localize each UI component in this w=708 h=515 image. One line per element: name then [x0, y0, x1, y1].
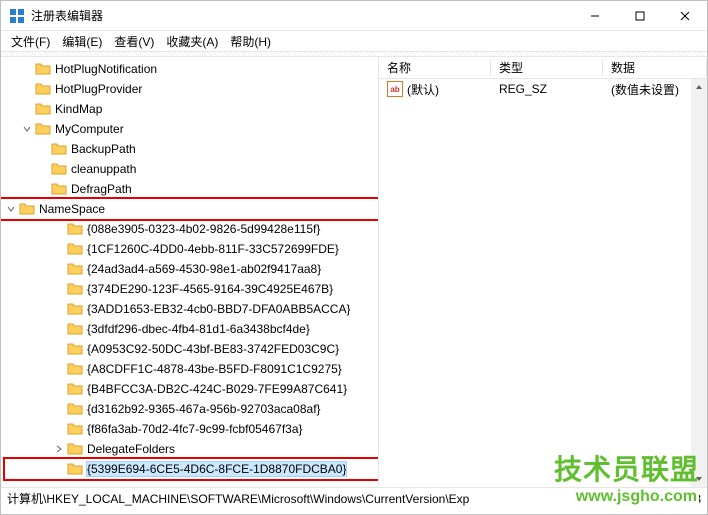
- tree-item-label: cleanuppath: [71, 162, 136, 176]
- chevron-right-icon[interactable]: [53, 443, 65, 455]
- registry-tree: HotPlugNotification HotPlugProvider Kind…: [1, 57, 378, 481]
- tree-item-namespace[interactable]: NameSpace: [1, 199, 378, 219]
- chevron-down-icon[interactable]: [21, 123, 33, 135]
- tree-item-label: {374DE290-123F-4565-9164-39C4925E467B}: [87, 282, 333, 296]
- scroll-down-icon[interactable]: [695, 471, 703, 487]
- folder-icon: [51, 181, 67, 197]
- vertical-scrollbar[interactable]: [691, 79, 707, 487]
- menu-favorites[interactable]: 收藏夹(A): [160, 33, 224, 50]
- tree-item-label: DefragPath: [71, 182, 132, 196]
- folder-icon: [67, 281, 83, 297]
- close-button[interactable]: [662, 1, 707, 30]
- folder-icon: [67, 261, 83, 277]
- tree-item[interactable]: cleanuppath: [5, 159, 378, 179]
- header-type[interactable]: 类型: [491, 59, 603, 76]
- column-headers: 名称 类型 数据: [379, 57, 707, 79]
- window-buttons: [572, 1, 707, 30]
- string-value-icon: ab: [387, 81, 403, 97]
- tree-item[interactable]: {d3162b92-9365-467a-956b-92703aca08af}: [5, 399, 378, 419]
- tree-item[interactable]: {B4BFCC3A-DB2C-424C-B029-7FE99A87C641}: [5, 379, 378, 399]
- value-name: (默认): [407, 81, 439, 98]
- tree-item[interactable]: {A0953C92-50DC-43bf-BE83-3742FED03C9C}: [5, 339, 378, 359]
- folder-icon: [67, 341, 83, 357]
- folder-icon: [35, 121, 51, 137]
- folder-icon: [19, 201, 35, 217]
- tree-item-label: {B4BFCC3A-DB2C-424C-B029-7FE99A87C641}: [87, 382, 347, 396]
- tree-item-label: {5399E694-6CE5-4D6C-8FCE-1D8870FDCBA0}: [87, 462, 346, 476]
- tree-item[interactable]: BackupPath: [5, 139, 378, 159]
- tree-item-label: BackupPath: [71, 142, 136, 156]
- menu-edit[interactable]: 编辑(E): [56, 33, 108, 50]
- menu-view[interactable]: 查看(V): [108, 33, 160, 50]
- folder-icon: [67, 381, 83, 397]
- folder-icon: [67, 221, 83, 237]
- folder-icon: [67, 461, 83, 477]
- tree-item[interactable]: {374DE290-123F-4565-9164-39C4925E467B}: [5, 279, 378, 299]
- folder-icon: [35, 101, 51, 117]
- tree-item[interactable]: {24ad3ad4-a569-4530-98e1-ab02f9417aa8}: [5, 259, 378, 279]
- tree-item-label: HotPlugProvider: [55, 82, 142, 96]
- tree-item[interactable]: {A8CDFF1C-4878-43be-B5FD-F8091C1C9275}: [5, 359, 378, 379]
- folder-icon: [67, 401, 83, 417]
- tree-item-label: {088e3905-0323-4b02-9826-5d99428e115f}: [87, 222, 320, 236]
- tree-item-label: {A0953C92-50DC-43bf-BE83-3742FED03C9C}: [87, 342, 339, 356]
- tree-item-label: {f86fa3ab-70d2-4fc7-9c99-fcbf05467f3a}: [87, 422, 303, 436]
- maximize-button[interactable]: [617, 1, 662, 30]
- tree-item-label: {d3162b92-9365-467a-956b-92703aca08af}: [87, 402, 321, 416]
- menu-file[interactable]: 文件(F): [5, 33, 56, 50]
- tree-item-label: {A8CDFF1C-4878-43be-B5FD-F8091C1C9275}: [87, 362, 342, 376]
- value-name-cell: ab (默认): [379, 81, 491, 98]
- tree-item-label: DelegateFolders: [87, 442, 175, 456]
- folder-icon: [67, 301, 83, 317]
- tree-item-label: {24ad3ad4-a569-4530-98e1-ab02f9417aa8}: [87, 262, 321, 276]
- tree-item-label: KindMap: [55, 102, 102, 116]
- content-area: HotPlugNotification HotPlugProvider Kind…: [1, 57, 707, 487]
- value-row[interactable]: ab (默认) REG_SZ (数值未设置): [379, 79, 707, 99]
- status-path-tail: \{53: [680, 492, 701, 506]
- chevron-down-icon[interactable]: [5, 203, 17, 215]
- tree-item[interactable]: DefragPath: [5, 179, 378, 199]
- folder-icon: [51, 141, 67, 157]
- status-bar: 计算机\HKEY_LOCAL_MACHINE\SOFTWARE\Microsof…: [1, 487, 707, 509]
- header-name[interactable]: 名称: [379, 59, 491, 76]
- tree-item-label: HotPlugNotification: [55, 62, 157, 76]
- folder-icon: [35, 81, 51, 97]
- header-data[interactable]: 数据: [603, 59, 707, 76]
- values-pane[interactable]: 名称 类型 数据 ab (默认) REG_SZ (数值未设置): [379, 57, 707, 487]
- folder-icon: [51, 161, 67, 177]
- status-path: 计算机\HKEY_LOCAL_MACHINE\SOFTWARE\Microsof…: [7, 490, 469, 507]
- folder-icon: [67, 241, 83, 257]
- tree-item[interactable]: MyComputer: [5, 119, 378, 139]
- tree-item-label: NameSpace: [39, 202, 105, 216]
- minimize-button[interactable]: [572, 1, 617, 30]
- value-type: REG_SZ: [491, 82, 603, 96]
- folder-icon: [67, 321, 83, 337]
- tree-item[interactable]: DelegateFolders: [5, 439, 378, 459]
- tree-item-label: MyComputer: [55, 122, 124, 136]
- tree-item-label: {3dfdf296-dbec-4fb4-81d1-6a3438bcf4de}: [87, 322, 310, 336]
- scroll-up-icon[interactable]: [695, 79, 703, 95]
- folder-icon: [35, 61, 51, 77]
- window-title: 注册表编辑器: [31, 7, 572, 24]
- tree-item[interactable]: {1CF1260C-4DD0-4ebb-811F-33C572699FDE}: [5, 239, 378, 259]
- tree-item-label: {3ADD1653-EB32-4cb0-BBD7-DFA0ABB5ACCA}: [87, 302, 350, 316]
- folder-icon: [67, 441, 83, 457]
- menu-bar: 文件(F) 编辑(E) 查看(V) 收藏夹(A) 帮助(H): [1, 31, 707, 51]
- tree-item[interactable]: {088e3905-0323-4b02-9826-5d99428e115f}: [5, 219, 378, 239]
- tree-item[interactable]: KindMap: [5, 99, 378, 119]
- tree-item[interactable]: HotPlugProvider: [5, 79, 378, 99]
- tree-item[interactable]: HotPlugNotification: [5, 59, 378, 79]
- title-bar: 注册表编辑器: [1, 1, 707, 31]
- app-icon: [9, 8, 25, 24]
- folder-icon: [67, 421, 83, 437]
- tree-item[interactable]: {3dfdf296-dbec-4fb4-81d1-6a3438bcf4de}: [5, 319, 378, 339]
- tree-item-selected[interactable]: {5399E694-6CE5-4D6C-8FCE-1D8870FDCBA0}: [5, 459, 378, 479]
- tree-pane[interactable]: HotPlugNotification HotPlugProvider Kind…: [1, 57, 379, 487]
- menu-help[interactable]: 帮助(H): [224, 33, 277, 50]
- tree-item-label: {1CF1260C-4DD0-4ebb-811F-33C572699FDE}: [87, 242, 339, 256]
- tree-item[interactable]: {3ADD1653-EB32-4cb0-BBD7-DFA0ABB5ACCA}: [5, 299, 378, 319]
- folder-icon: [67, 361, 83, 377]
- tree-item[interactable]: {f86fa3ab-70d2-4fc7-9c99-fcbf05467f3a}: [5, 419, 378, 439]
